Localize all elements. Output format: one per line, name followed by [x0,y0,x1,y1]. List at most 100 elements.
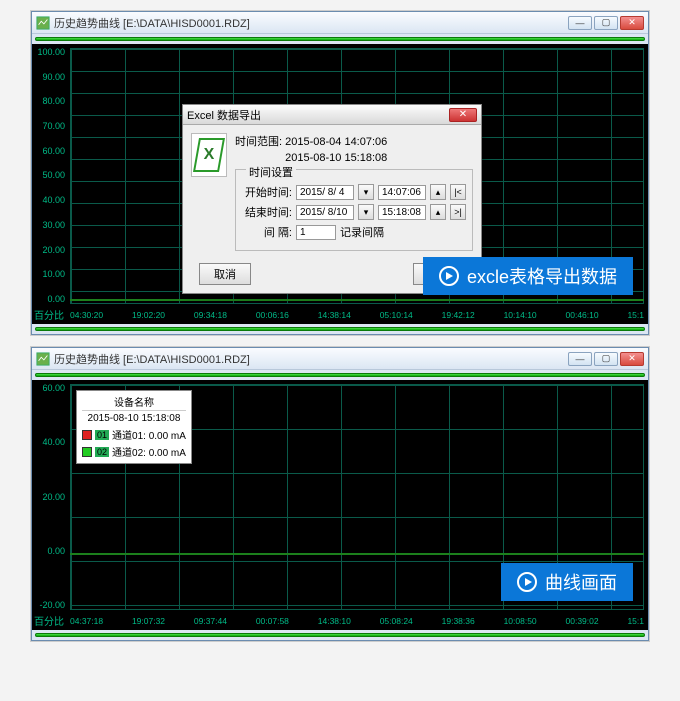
window-buttons: — ▢ ✕ [568,16,644,30]
x-tick: 19:42:12 [442,310,475,320]
y-axis: 60.0040.0020.000.00-20.00 [32,384,68,610]
dialog-close-button[interactable]: ✕ [449,108,477,122]
x-tick: 10:14:10 [504,310,537,320]
time-range-row: 时间范围: 2015-08-04 14:07:06 时间范围: 2015-08-… [235,133,473,165]
start-time-input[interactable] [378,185,426,200]
x-tick: 14:38:14 [318,310,351,320]
titlebar: 历史趋势曲线 [E:\DATA\HISD0001.RDZ] — ▢ ✕ [32,348,648,370]
date-dropdown-icon[interactable]: ▾ [358,204,374,220]
app-icon [36,352,50,366]
time-settings-fieldset: 时间设置 开始时间: ▾ ▴ |< [235,169,473,251]
y-tick: -20.00 [32,601,68,610]
feature-badge-curve: 曲线画面 [501,563,633,601]
end-date-input[interactable] [296,205,354,220]
y-tick: 60.00 [32,147,68,156]
time-range-label: 时间范围: [235,136,282,148]
start-time-row: 开始时间: ▾ ▴ |< [242,184,466,200]
end-time-input[interactable] [378,205,426,220]
time-range-start: 2015-08-04 14:07:06 [285,136,387,148]
y-tick: 0.00 [32,295,68,304]
x-tick: 00:46:10 [566,310,599,320]
y-axis-label: 百分比 [34,613,64,628]
y-tick: 80.00 [32,97,68,106]
seek-start-button[interactable]: |< [450,184,466,200]
progress-bar [35,327,645,331]
legend-swatch [82,447,92,457]
x-tick: 15:1 [627,616,644,626]
close-button[interactable]: ✕ [620,352,644,366]
interval-label: 间 隔: [242,224,292,240]
y-tick: 20.00 [32,493,68,502]
x-tick: 19:38:36 [442,616,475,626]
y-tick: 40.00 [32,196,68,205]
progress-bar [35,633,645,637]
toolbar-progress [32,370,648,380]
x-tick: 00:39:02 [566,616,599,626]
time-spinner-icon[interactable]: ▴ [430,184,446,200]
play-icon [517,572,537,592]
dialog-title: Excel 数据导出 [187,107,449,123]
x-tick: 09:37:44 [194,616,227,626]
legend-index: 01 [95,430,109,440]
maximize-button[interactable]: ▢ [594,16,618,30]
time-spinner-icon[interactable]: ▴ [430,204,446,220]
y-axis: 100.00 90.00 80.00 70.00 60.00 50.00 40.00 30.0… [32,48,68,304]
trace-line [70,553,644,555]
x-tick: 04:30:20 [70,310,103,320]
y-tick: 10.00 [32,270,68,279]
window-buttons: — ▢ ✕ [568,352,644,366]
legend-box: 设备名称 2015-08-10 15:18:08 01通道01: 0.00 mA… [76,390,192,464]
badge-label: 曲线画面 [545,569,617,595]
y-tick: 70.00 [32,122,68,131]
badge-label: excle表格导出数据 [467,263,617,289]
interval-input[interactable] [296,225,336,240]
legend-timestamp: 2015-08-10 15:18:08 [82,413,186,424]
dialog-body: X 时间范围: 2015-08-04 14:07:06 时间范围: 2015-0… [183,125,481,259]
excel-icon: X [191,133,227,177]
x-tick: 09:34:18 [194,310,227,320]
end-time-row: 结束时间: ▾ ▴ >| [242,204,466,220]
x-axis: 04:30:20 19:02:20 09:34:18 00:06:16 14:38:14… [70,306,644,324]
x-tick: 05:08:24 [380,616,413,626]
y-tick: 100.00 [32,48,68,57]
feature-badge-export: excle表格导出数据 [423,257,633,295]
start-time-label: 开始时间: [242,184,292,200]
panel-export: 历史趋势曲线 [E:\DATA\HISD0001.RDZ] — ▢ ✕ 100.… [30,10,650,336]
minimize-button[interactable]: — [568,352,592,366]
x-axis: 04:37:1819:07:3209:37:4400:07:5814:38:10… [70,612,644,630]
x-tick: 00:07:58 [256,616,289,626]
window-title: 历史趋势曲线 [E:\DATA\HISD0001.RDZ] [54,351,568,367]
bottom-progress [32,630,648,640]
x-tick: 04:37:18 [70,616,103,626]
cancel-button[interactable]: 取消 [199,263,251,285]
y-tick: 90.00 [32,73,68,82]
y-tick: 50.00 [32,171,68,180]
start-date-input[interactable] [296,185,354,200]
legend-swatch [82,430,92,440]
close-button[interactable]: ✕ [620,16,644,30]
app-icon [36,16,50,30]
panel-curve: 历史趋势曲线 [E:\DATA\HISD0001.RDZ] — ▢ ✕ 60.0… [30,346,650,642]
play-icon [439,266,459,286]
y-tick: 20.00 [32,246,68,255]
bottom-progress [32,324,648,334]
legend-label: 通道02: 0.00 mA [112,444,186,459]
date-dropdown-icon[interactable]: ▾ [358,184,374,200]
interval-unit-label: 记录间隔 [340,224,384,240]
y-tick: 30.00 [32,221,68,230]
toolbar-progress [32,34,648,44]
minimize-button[interactable]: — [568,16,592,30]
seek-end-button[interactable]: >| [450,204,466,220]
maximize-button[interactable]: ▢ [594,352,618,366]
x-tick: 05:10:14 [380,310,413,320]
trace-line [70,299,644,301]
fieldset-legend: 时间设置 [246,164,296,180]
x-tick: 00:06:16 [256,310,289,320]
progress-bar [35,37,645,41]
end-time-label: 结束时间: [242,204,292,220]
legend-label: 通道01: 0.00 mA [112,427,186,442]
y-tick: 60.00 [32,384,68,393]
x-tick: 19:02:20 [132,310,165,320]
titlebar: 历史趋势曲线 [E:\DATA\HISD0001.RDZ] — ▢ ✕ [32,12,648,34]
x-tick: 10:08:50 [504,616,537,626]
